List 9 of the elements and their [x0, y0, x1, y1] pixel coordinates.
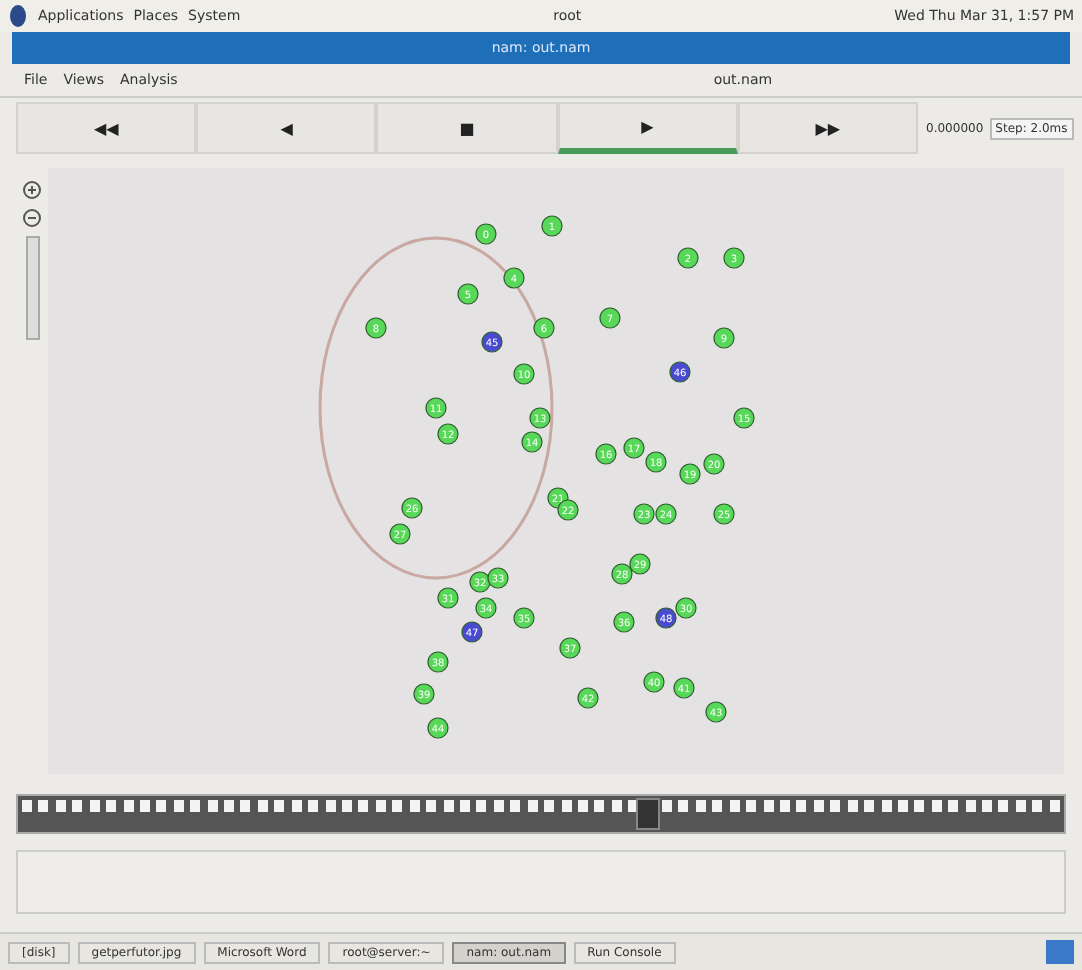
- timeline-slider[interactable]: [16, 794, 1066, 834]
- playback-button[interactable]: ◀: [196, 102, 377, 154]
- playback-button[interactable]: ▶▶: [737, 102, 919, 154]
- zoom-out-icon[interactable]: [22, 208, 42, 228]
- playback-button[interactable]: ■: [376, 102, 558, 154]
- playback-button[interactable]: ▶: [557, 102, 738, 154]
- timeline-thumb[interactable]: [635, 798, 660, 830]
- zoom-in-icon[interactable]: [22, 180, 42, 200]
- playback-button[interactable]: ◀◀: [16, 102, 197, 154]
